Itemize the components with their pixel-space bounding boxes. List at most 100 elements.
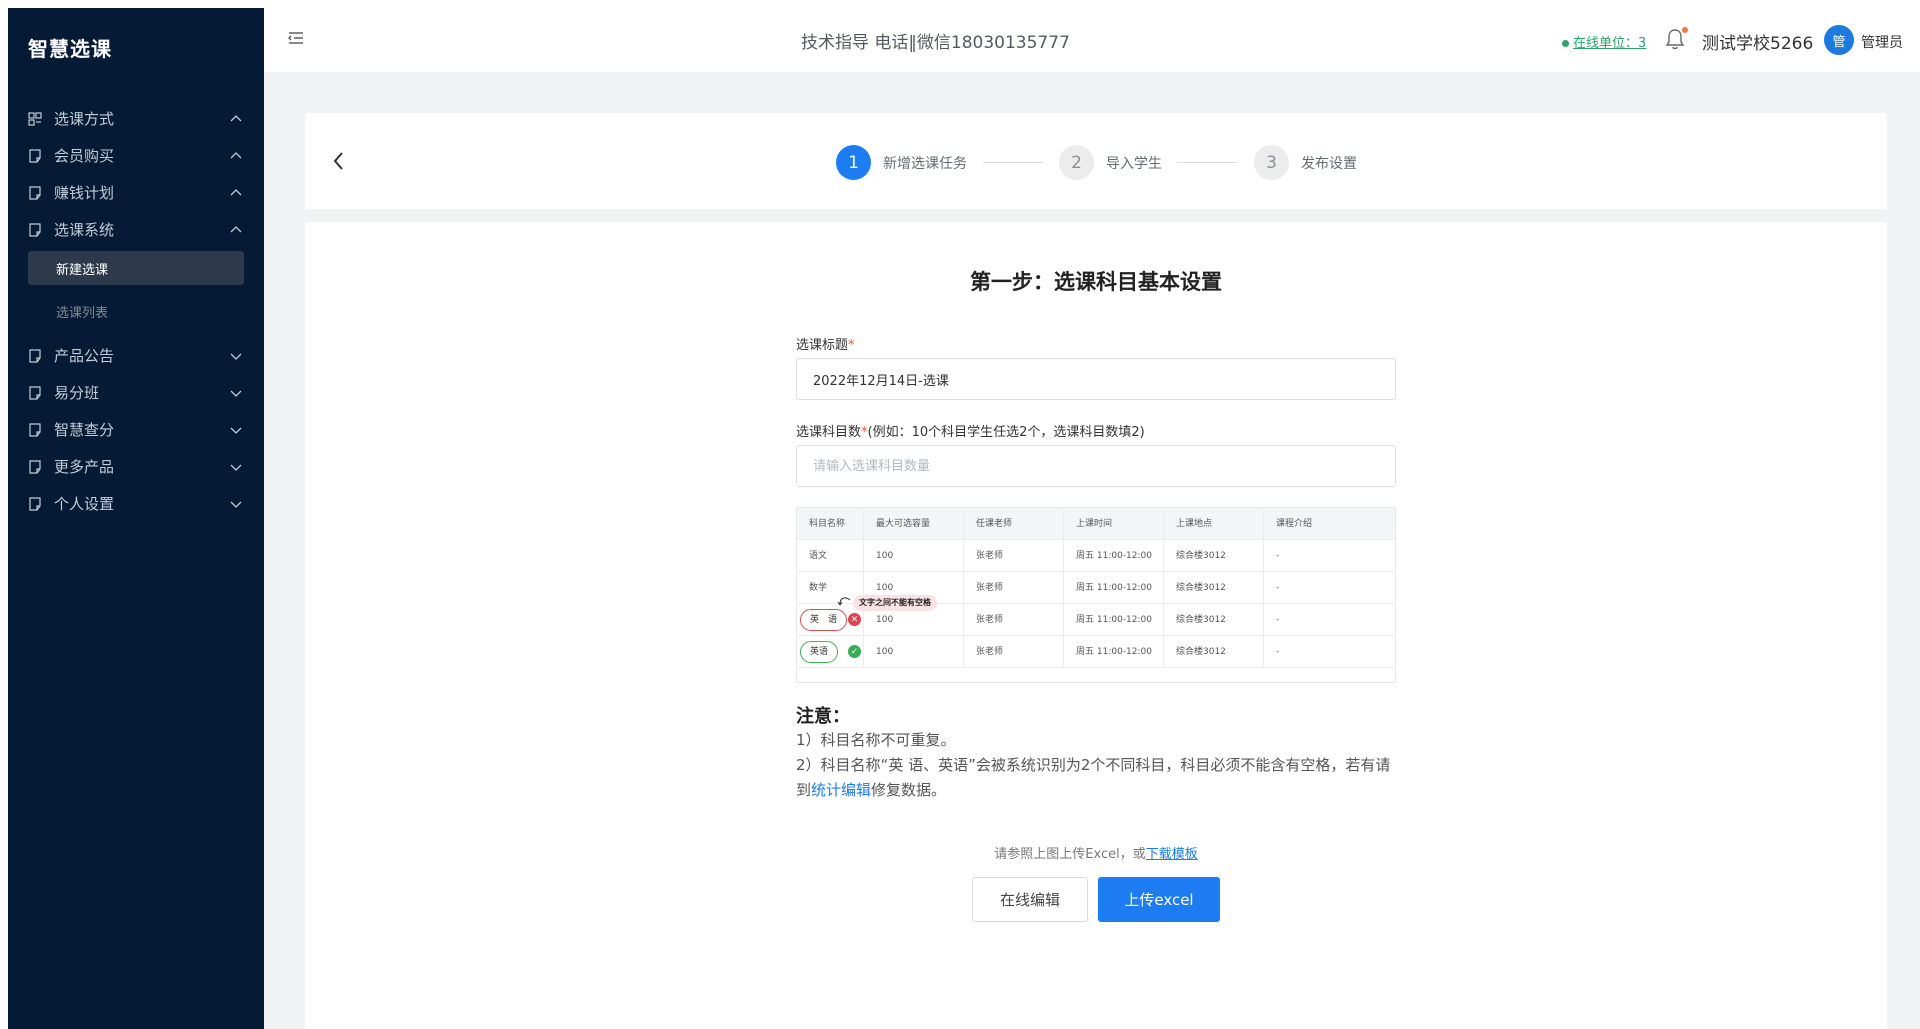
example-header-cell: 课程介绍 — [1276, 519, 1313, 529]
content-card: 第一步：选课科目基本设置 选课标题* 选课科目数*(例如：10个科目学生任选2个… — [305, 222, 1887, 1029]
sidebar-item-label: 更多产品 — [54, 458, 115, 476]
download-template-link[interactable]: 下载模板 — [1146, 847, 1198, 862]
page-title: 第一步：选课科目基本设置 — [970, 270, 1222, 294]
sidebar-item-label: 智慧查分 — [54, 421, 115, 439]
step-label: 导入学生 — [1106, 155, 1162, 172]
sidebar-item-label: 易分班 — [54, 384, 100, 402]
example-cell: 综合楼3012 — [1164, 572, 1264, 604]
sidebar-item-course-mode[interactable]: 选课方式 — [8, 100, 264, 137]
sidebar-item-easy-class[interactable]: 易分班 — [8, 374, 264, 411]
example-cell: 张老师 — [964, 636, 1064, 668]
back-arrow-icon[interactable] — [329, 149, 349, 173]
notification-dot — [1682, 27, 1688, 33]
example-cell: - — [1276, 615, 1280, 625]
online-edit-button[interactable]: 在线编辑 — [972, 877, 1088, 922]
example-table-image: 科目名称 最大可选容量 任课老师 上课时间 上课地点 课程介绍 语文 100 张… — [796, 507, 1396, 683]
example-cell: 100 — [864, 540, 964, 572]
grid-icon — [28, 111, 42, 126]
required-mark: * — [848, 338, 855, 353]
error-tip: 文字之间不能有空格 — [853, 595, 937, 611]
good-subject-badge: 英语 — [800, 641, 839, 663]
step-label: 发布设置 — [1301, 155, 1357, 172]
submenu-item-course-list[interactable]: 选课列表 — [28, 294, 244, 328]
subject-count-input[interactable] — [796, 445, 1396, 487]
chevron-up-icon — [230, 152, 242, 159]
menu-fold-icon[interactable] — [288, 31, 304, 45]
bad-subject-badge: 英 语 — [800, 609, 848, 631]
example-cell: 周五 11:00-12:00 — [1064, 572, 1164, 604]
example-cell: 语文 — [797, 540, 864, 572]
subject-count-hint: (例如：10个科目学生任选2个，选课科目数填2) — [867, 425, 1145, 440]
chevron-down-icon — [230, 390, 242, 397]
online-units-text: 在线单位：3 — [1573, 36, 1647, 51]
subject-count-label-text: 选课科目数 — [796, 425, 862, 440]
submenu-item-new-course[interactable]: 新建选课 — [28, 251, 244, 285]
sidebar-item-label: 个人设置 — [54, 495, 115, 513]
example-cell: 周五 11:00-12:00 — [1064, 636, 1164, 668]
course-title-input[interactable] — [796, 358, 1396, 400]
online-units-link[interactable]: 在线单位：3 — [1562, 32, 1646, 51]
subject-count-label: 选课科目数*(例如：10个科目学生任选2个，选课科目数填2) — [796, 421, 1145, 440]
course-title-label-text: 选课标题 — [796, 338, 849, 353]
doc-icon — [29, 459, 41, 474]
sidebar-item-course-system[interactable]: 选课系统 — [8, 211, 264, 248]
sidebar-item-announcements[interactable]: 产品公告 — [8, 337, 264, 374]
example-header-cell: 任课老师 — [964, 508, 1064, 540]
doc-icon — [29, 222, 41, 237]
sidebar-item-earn-plan[interactable]: 赚钱计划 — [8, 174, 264, 211]
upload-hint: 请参照上图上传Excel，或下载模板 — [305, 843, 1887, 862]
error-x-icon: ✕ — [848, 613, 861, 626]
note-line-2-end: 修复数据。 — [871, 781, 947, 799]
course-title-label: 选课标题* — [796, 334, 855, 353]
example-cell: 综合楼3012 — [1164, 636, 1264, 668]
step-2: 2 导入学生 — [1059, 145, 1162, 180]
example-cell: 100 — [864, 636, 964, 668]
chevron-down-icon — [230, 353, 242, 360]
chevron-up-icon — [230, 115, 242, 122]
doc-icon — [29, 185, 41, 200]
sidebar-item-personal-settings[interactable]: 个人设置 — [8, 485, 264, 522]
doc-icon — [29, 148, 41, 163]
step-1: 1 新增选课任务 — [836, 145, 967, 180]
chevron-up-icon — [230, 189, 242, 196]
example-cell: 张老师 — [964, 572, 1064, 604]
user-role[interactable]: 管理员 — [1861, 32, 1903, 52]
note-line-1: 1）科目名称不可重复。 — [796, 731, 956, 749]
sidebar: 智慧选课 选课方式 会员购买 赚钱计划 选课系统 新建选课 选课列表 产品公告 … — [8, 8, 264, 1029]
sidebar-menu: 选课方式 会员购买 赚钱计划 选课系统 新建选课 选课列表 产品公告 易分班 智… — [8, 100, 264, 522]
example-cell: - — [1276, 583, 1280, 593]
top-header: 技术指导 电话‖微信18030135777 在线单位：3 测试学校5266 管 … — [264, 0, 1920, 72]
sidebar-item-more-products[interactable]: 更多产品 — [8, 448, 264, 485]
notification-bell[interactable] — [1664, 27, 1688, 51]
support-contact: 技术指导 电话‖微信18030135777 — [801, 33, 1070, 53]
example-cell: 张老师 — [964, 604, 1064, 636]
sidebar-item-label: 会员购买 — [54, 147, 115, 165]
example-table-row: 英语 100 张老师 周五 11:00-12:00 综合楼3012 - — [797, 636, 1395, 668]
sidebar-item-membership[interactable]: 会员购买 — [8, 137, 264, 174]
step-connector — [1177, 162, 1237, 163]
avatar[interactable]: 管 — [1824, 25, 1854, 55]
note-line-2: 2）科目名称“英 语、英语”会被系统识别为2个不同科目，科目必须不能含有空格，若… — [796, 753, 1401, 803]
doc-icon — [29, 496, 41, 511]
example-cell: - — [1276, 551, 1280, 561]
stat-edit-link[interactable]: 统计编辑 — [811, 781, 871, 799]
submenu-course-system: 新建选课 选课列表 — [8, 248, 264, 328]
sidebar-item-label: 选课方式 — [54, 110, 115, 128]
doc-icon — [29, 348, 41, 363]
step-label: 新增选课任务 — [883, 155, 967, 172]
step-connector — [983, 162, 1043, 163]
example-cell: - — [1276, 647, 1280, 657]
brand-title: 智慧选课 — [28, 37, 112, 61]
online-status-dot — [1562, 40, 1569, 47]
step-number: 1 — [836, 145, 871, 180]
sidebar-item-label: 赚钱计划 — [54, 184, 115, 202]
sidebar-item-label: 选课系统 — [54, 221, 115, 239]
step-number: 2 — [1059, 145, 1094, 180]
sidebar-item-score-query[interactable]: 智慧查分 — [8, 411, 264, 448]
step-3: 3 发布设置 — [1254, 145, 1357, 180]
notes-title: 注意： — [796, 706, 850, 727]
doc-icon — [29, 422, 41, 437]
upload-excel-button[interactable]: 上传excel — [1098, 877, 1220, 922]
upload-hint-text: 请参照上图上传Excel，或 — [994, 847, 1146, 862]
example-cell: 周五 11:00-12:00 — [1064, 540, 1164, 572]
